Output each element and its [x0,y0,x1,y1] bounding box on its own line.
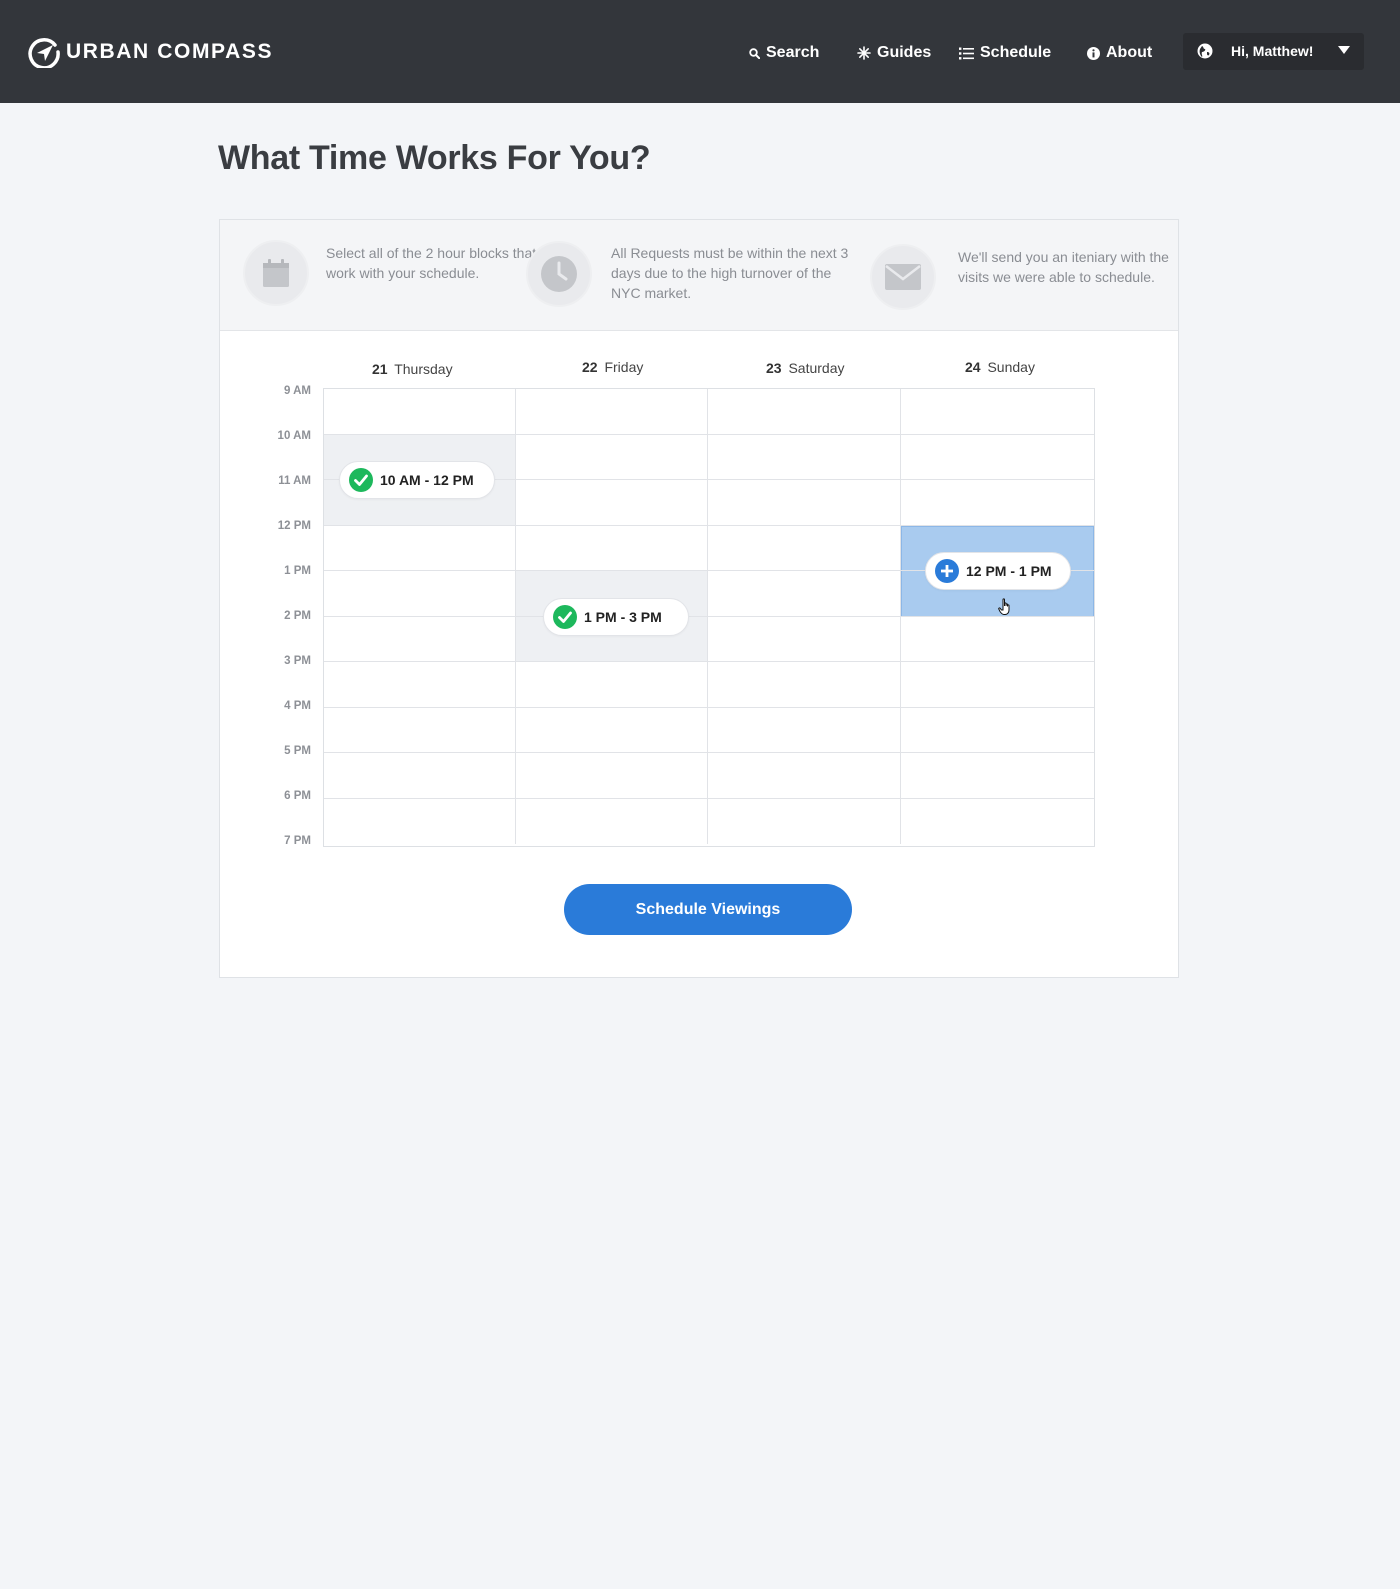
brand-logo[interactable]: URBAN COMPASS [28,36,273,68]
time-slot-cell[interactable] [708,480,901,526]
time-slot-cell[interactable] [901,389,1094,435]
hour-label: 12 PM [277,520,311,532]
scheduler-card: Select all of the 2 hour blocks that wor… [219,219,1179,978]
time-slot-cell[interactable] [324,753,516,799]
top-navigation-bar: URBAN COMPASS Search Guides Schedule Abo… [0,0,1400,103]
time-slot-cell[interactable] [324,662,516,708]
time-slot-cell[interactable] [901,753,1094,799]
user-account-dropdown[interactable]: Hi, Matthew! [1183,33,1364,70]
list-icon [959,47,974,59]
nav-guides-link[interactable]: Guides [857,41,931,65]
time-slot-cell[interactable] [324,389,516,435]
time-slot-cell[interactable] [324,707,516,753]
globe-icon [1197,43,1213,59]
plus-circle-icon [935,559,959,583]
nav-schedule-label: Schedule [980,44,1052,61]
time-slot-cell[interactable] [708,753,901,799]
time-slot-cell[interactable] [708,525,901,571]
brand-name: URBAN COMPASS [66,40,274,63]
time-slot-cell[interactable] [324,798,516,844]
hour-label: 1 PM [284,565,311,577]
check-circle-icon [349,468,373,492]
time-slot-cell[interactable] [901,799,1094,845]
hour-label: 3 PM [284,655,311,667]
hour-label: 6 PM [284,790,311,802]
hour-label: 5 PM [284,745,311,757]
hour-label: 7 PM [284,835,311,847]
nav-search-label: Search [766,44,820,61]
day-name: Thursday [394,361,453,377]
hour-label: 10 AM [277,430,311,442]
day-number: 24 [965,359,981,375]
time-slot-cell[interactable] [708,434,901,480]
time-slot-cell[interactable] [901,480,1094,526]
chevron-down-icon [1338,46,1350,54]
time-slot-cell[interactable] [516,389,708,435]
time-slot-cell[interactable] [516,434,708,480]
hour-label: 11 AM [278,475,311,487]
time-slot-cell[interactable] [708,798,901,844]
calendar-icon [243,240,309,306]
hand-pointer-cursor-icon [998,597,1010,615]
info-icon [1087,46,1100,60]
time-slot-cell[interactable] [901,662,1094,708]
time-slot-cell[interactable] [901,435,1094,480]
day-name: Sunday [987,359,1035,375]
nav-schedule-link[interactable]: Schedule [959,41,1051,65]
time-slot-cell[interactable] [708,707,901,753]
time-slot-cell[interactable] [901,708,1094,753]
nav-about-label: About [1106,44,1153,61]
time-slot-cell[interactable] [324,525,516,571]
day-header-friday: 22 Friday [582,359,643,375]
time-slot-cell[interactable] [901,617,1094,662]
sparkle-icon [857,46,871,60]
schedule-viewings-button[interactable]: Schedule Viewings [564,884,852,935]
add-time-slot-pill[interactable]: 12 PM - 1 PM [925,552,1071,590]
time-slot-label: 10 AM - 12 PM [380,472,474,488]
info-text-three-days: All Requests must be within the next 3 d… [611,245,849,301]
time-slot-cell[interactable] [516,662,708,708]
time-slot-cell[interactable] [516,798,708,844]
time-slot-cell[interactable] [516,707,708,753]
day-header-saturday: 23 Saturday [766,360,845,376]
time-slot-cell[interactable] [708,616,901,662]
day-header-thursday: 21 Thursday [372,361,453,377]
hour-label: 2 PM [284,610,311,622]
instructions-strip: Select all of the 2 hour blocks that wor… [220,220,1178,331]
info-text-itinerary: We'll send you an iteniary with the visi… [958,249,1169,285]
time-slot-cell[interactable] [516,525,708,571]
check-circle-icon [553,604,577,629]
hour-label: 9 AM [283,385,311,397]
time-slot-cell[interactable] [708,389,901,435]
day-number: 23 [766,360,782,376]
hour-label: 4 PM [284,700,311,712]
time-slot-cell[interactable] [516,480,708,526]
clock-icon [526,241,592,307]
time-slot-cell[interactable] [708,662,901,708]
day-name: Friday [604,359,644,375]
time-slot-cell[interactable] [324,616,516,662]
time-slot-grid: 10 AM - 12 PM 1 PM - 3 PM 12 PM - 1 PM [323,388,1095,847]
time-slot-label: 1 PM - 3 PM [584,608,662,625]
nav-guides-label: Guides [877,44,932,61]
time-slot-label: 12 PM - 1 PM [966,563,1052,579]
search-icon [749,47,760,59]
user-greeting: Hi, Matthew! [1231,43,1314,59]
selected-time-slot-pill[interactable]: 10 AM - 12 PM [339,461,495,499]
envelope-icon [870,244,936,310]
compass-logo-icon [28,38,60,68]
day-header-sunday: 24 Sunday [965,359,1035,375]
nav-about-link[interactable]: About [1087,41,1152,65]
page-title: What Time Works For You? [218,139,651,177]
time-slot-cell[interactable] [516,753,708,799]
day-number: 21 [372,361,388,377]
selected-time-slot-pill[interactable]: 1 PM - 3 PM [543,597,689,636]
day-name: Saturday [788,360,845,376]
time-slot-cell[interactable] [324,571,516,617]
day-number: 22 [582,359,598,375]
nav-search-link[interactable]: Search [749,41,819,65]
time-slot-cell[interactable] [708,571,901,617]
